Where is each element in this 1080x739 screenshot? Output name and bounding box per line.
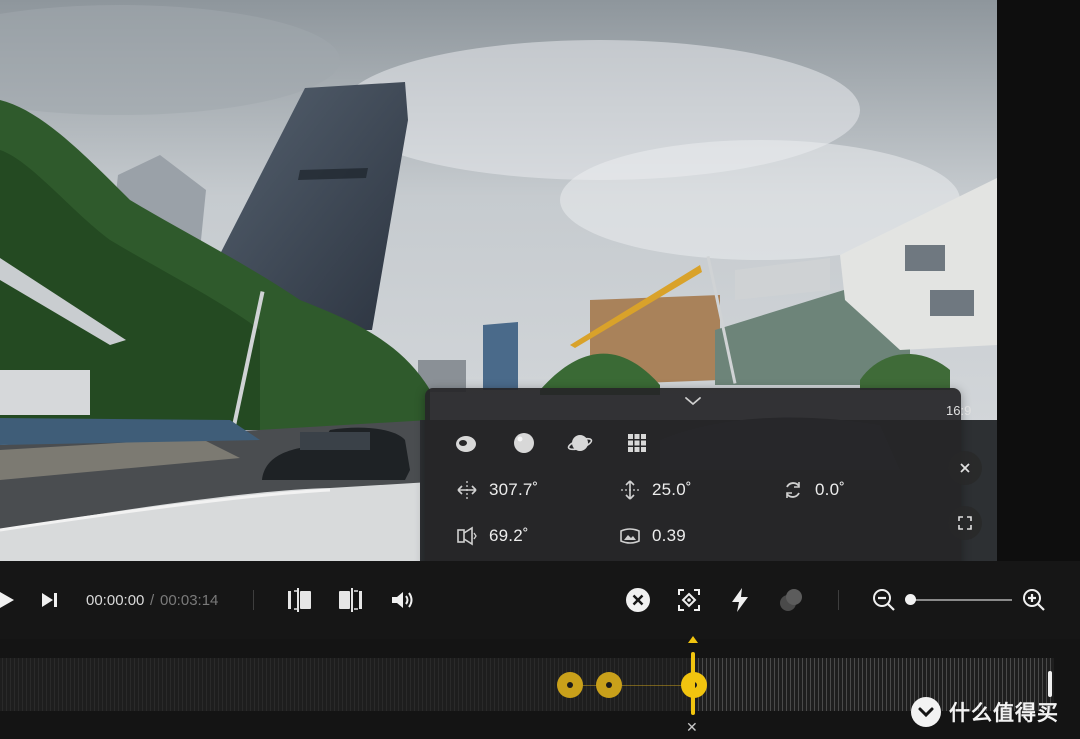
playback-toolbar: 00:00:00 / 00:03:14 [0, 561, 1080, 639]
watermark-logo-icon [911, 697, 941, 727]
timeline-track[interactable] [0, 658, 1054, 711]
zoom-in-icon[interactable] [1019, 585, 1049, 615]
time-separator: / [150, 592, 155, 609]
playhead[interactable] [688, 636, 698, 715]
grid-view-icon[interactable] [624, 430, 650, 456]
fullscreen-icon[interactable] [948, 506, 982, 540]
yaw-axis-icon [455, 478, 479, 502]
toolbar-divider [838, 590, 839, 610]
toolbar-divider [253, 590, 254, 610]
playhead-arrow-icon [688, 636, 698, 643]
right-side-panel [997, 0, 1080, 561]
sphere-icon[interactable] [511, 430, 537, 456]
zoom-slider-track[interactable] [910, 599, 1012, 601]
trim-end-button[interactable] [335, 585, 365, 615]
lightning-icon[interactable] [725, 585, 755, 615]
current-time: 00:00:00 [86, 592, 145, 609]
pitch-param[interactable]: 25.0˚ [618, 478, 692, 502]
focus-target-icon[interactable] [674, 585, 704, 615]
total-duration: 00:03:14 [160, 592, 219, 609]
close-view-icon[interactable] [948, 451, 982, 485]
aspect-ratio-badge[interactable]: 16:9 [946, 403, 971, 418]
tiny-planet-icon[interactable] [453, 430, 479, 456]
watermark: 什么值得买 [910, 697, 1059, 727]
watermark-text: 什么值得买 [949, 701, 1059, 725]
delete-keyframe-icon[interactable]: ✕ [686, 719, 698, 736]
roll-value: 0.0˚ [815, 480, 846, 499]
view-parameter-panel: 307.7˚ 25.0˚ 0.0˚ 69.2˚ 0.39 [425, 388, 961, 586]
play-button[interactable] [0, 585, 22, 615]
zoom-out-icon[interactable] [869, 585, 899, 615]
timeline-ticks [2, 658, 1051, 711]
keyframe-connector [570, 685, 694, 686]
color-filter-icon [776, 585, 806, 615]
next-frame-button[interactable] [34, 585, 64, 615]
keyframe-marker[interactable] [596, 672, 622, 698]
zoom-slider-handle[interactable] [905, 594, 916, 605]
roll-param[interactable]: 0.0˚ [781, 478, 845, 502]
volume-icon[interactable] [388, 585, 418, 615]
roll-rotate-icon [781, 478, 805, 502]
pitch-axis-icon [618, 478, 642, 502]
pitch-value: 25.0˚ [652, 480, 692, 499]
trim-start-button[interactable] [285, 585, 315, 615]
distortion-value: 0.39 [652, 526, 686, 545]
fov-icon [455, 524, 479, 548]
collapse-panel-chevron-icon[interactable] [681, 392, 705, 410]
remove-keyframe-button[interactable] [623, 585, 653, 615]
distortion-landscape-icon [618, 524, 642, 548]
yaw-value: 307.7˚ [489, 480, 539, 499]
planet-ring-icon[interactable] [567, 430, 593, 456]
timeline-end-marker[interactable] [1048, 671, 1052, 697]
distortion-param[interactable]: 0.39 [618, 524, 686, 548]
fov-param[interactable]: 69.2˚ [455, 524, 529, 548]
keyframe-marker[interactable] [557, 672, 583, 698]
fov-value: 69.2˚ [489, 526, 529, 545]
yaw-param[interactable]: 307.7˚ [455, 478, 538, 502]
